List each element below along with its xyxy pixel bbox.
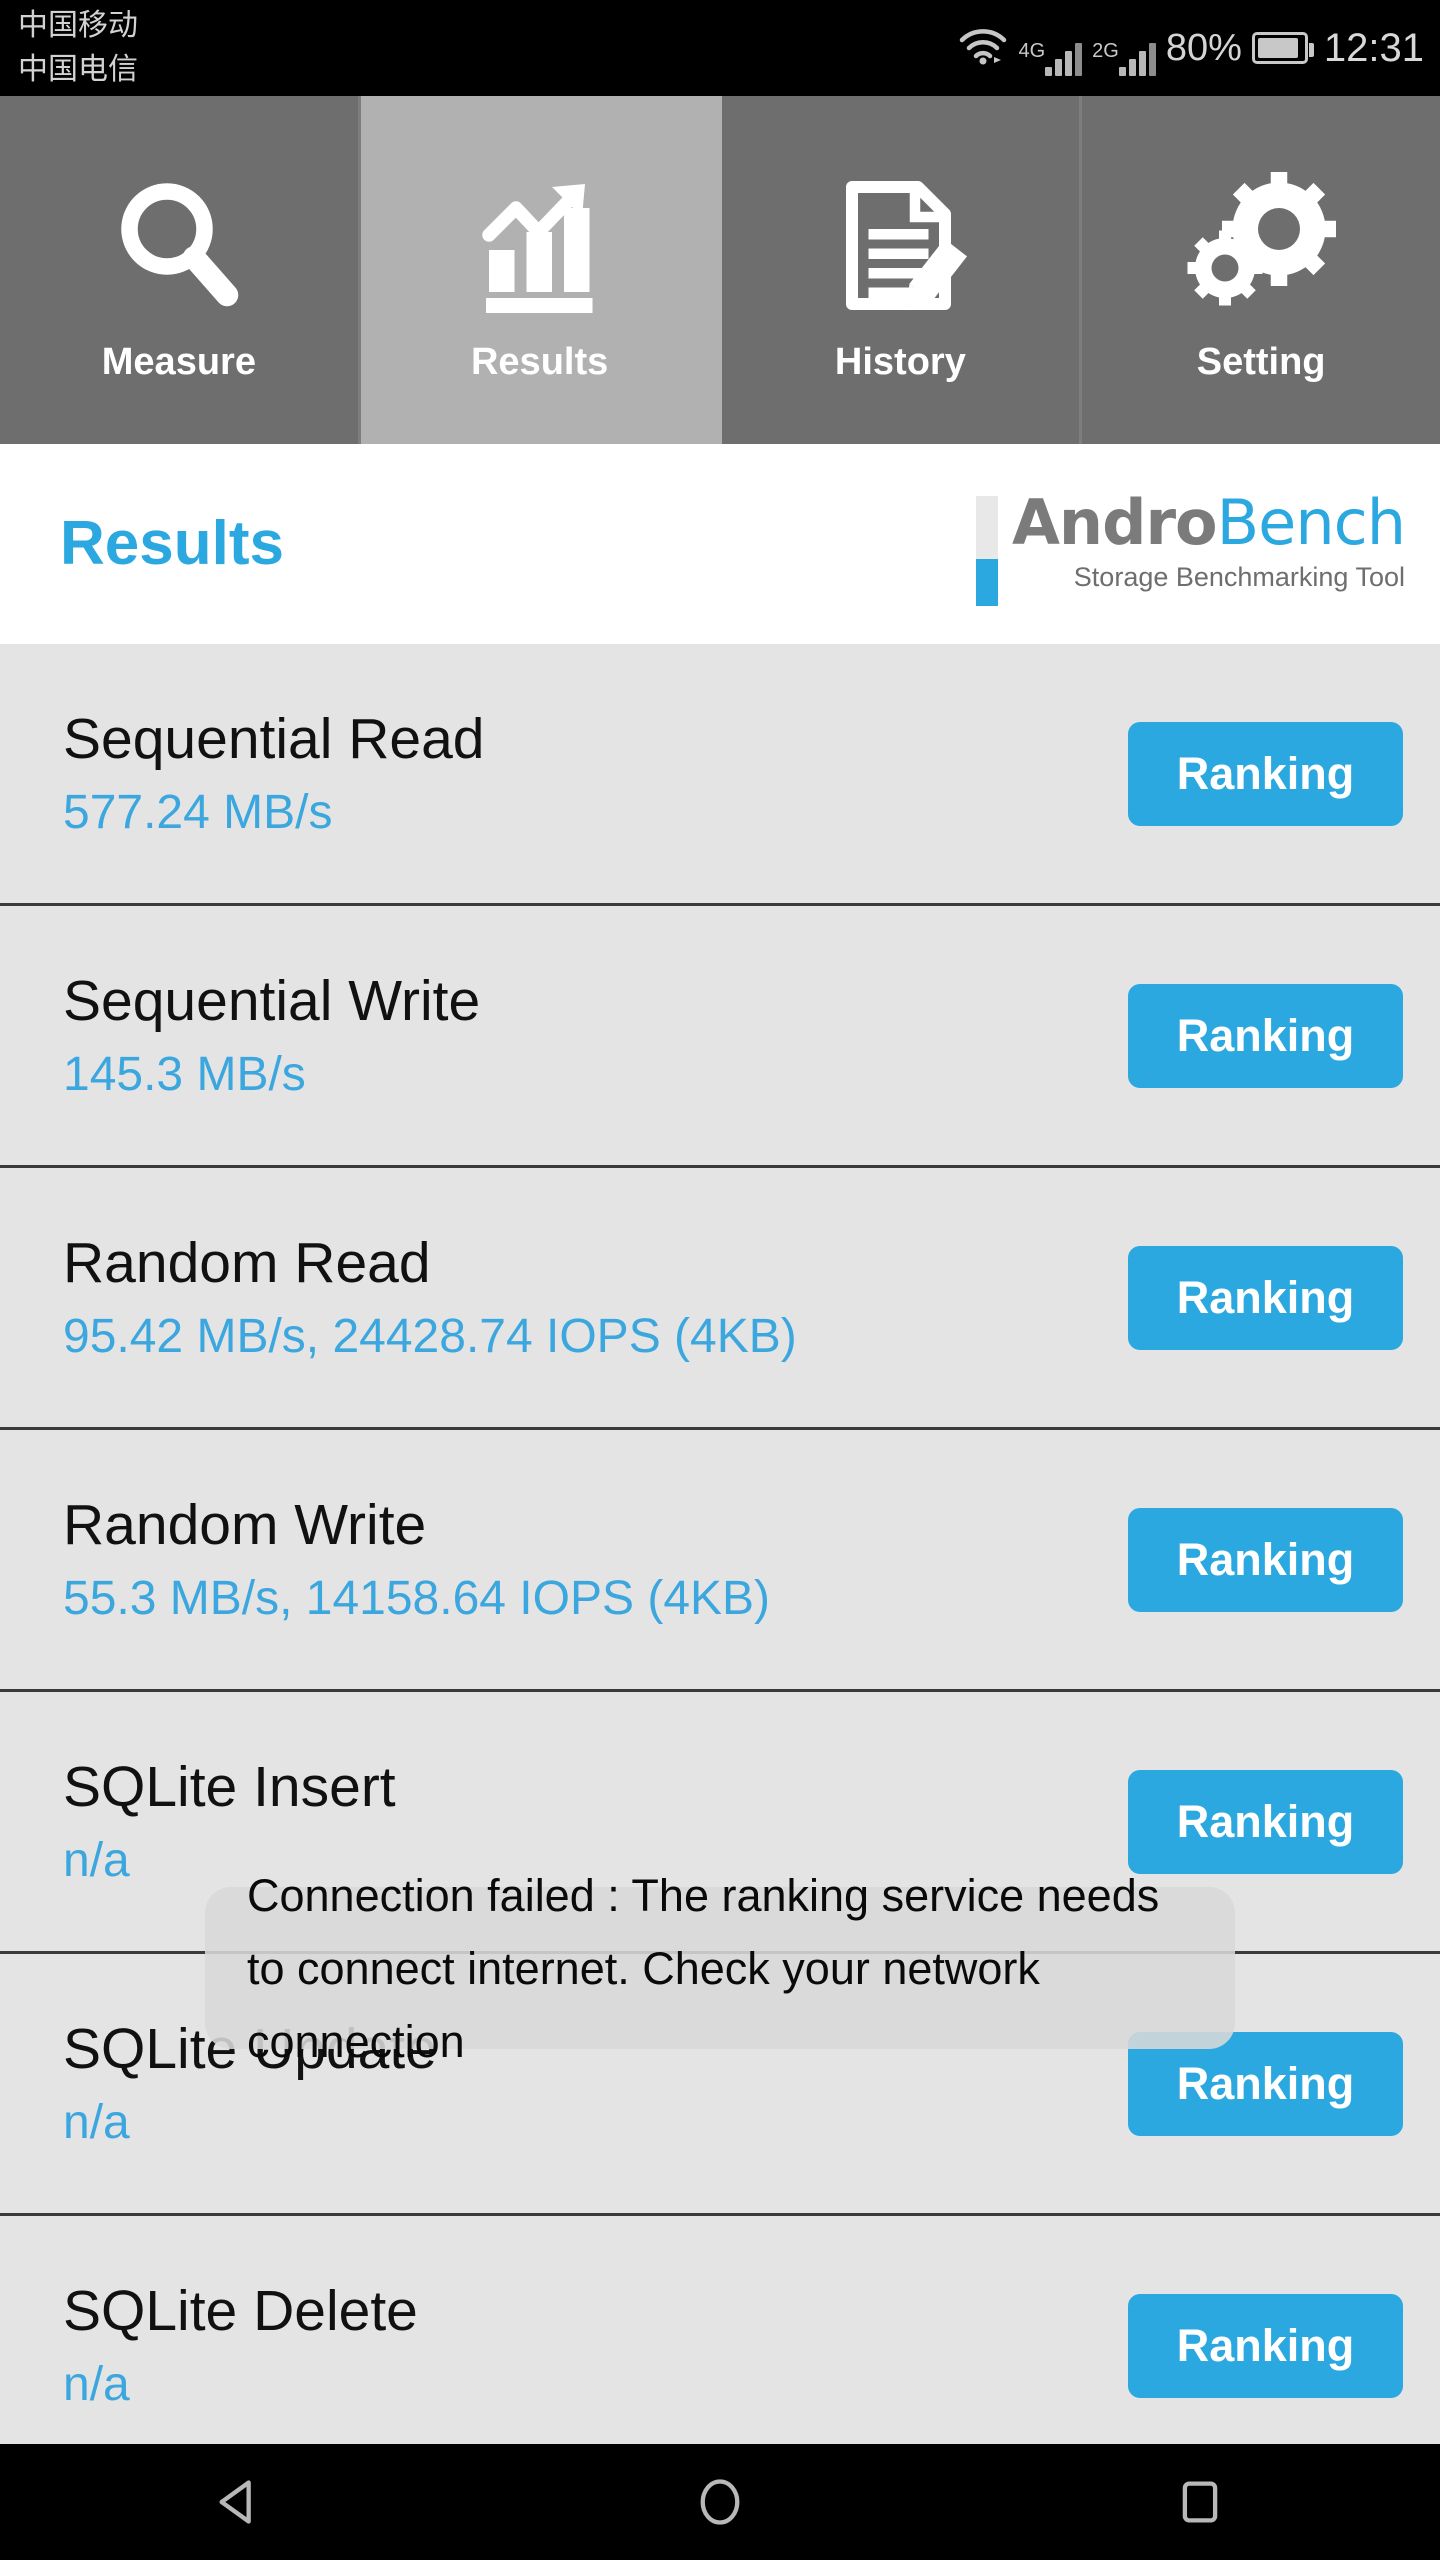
table-row[interactable]: Random Read 95.42 MB/s, 24428.74 IOPS (4… — [0, 1168, 1440, 1430]
gears-icon — [1186, 163, 1337, 331]
tab-measure-label: Measure — [101, 340, 256, 383]
ranking-button[interactable]: Ranking — [1128, 1507, 1403, 1612]
tab-measure[interactable]: Measure — [0, 96, 361, 444]
signal-4g: 4G — [1018, 20, 1083, 76]
signal-bars-icon — [1118, 38, 1156, 76]
status-bar: 中国移动 中国电信 4G 2G 80% 12:31 — [0, 0, 1440, 96]
signal-4g-label: 4G — [1018, 40, 1046, 62]
tab-history-label: History — [834, 340, 966, 383]
logo-name-bench: Bench — [1216, 486, 1406, 559]
result-title: Sequential Read — [63, 706, 485, 771]
table-row[interactable]: Sequential Read 577.24 MB/s Ranking — [0, 644, 1440, 906]
result-value: 145.3 MB/s — [63, 1047, 306, 1101]
page-header: Results AndroBench Storage Benchmarking … — [0, 444, 1440, 644]
page-title: Results — [60, 509, 284, 578]
carrier-primary: 中国移动 — [18, 8, 138, 43]
result-value: n/a — [63, 2095, 130, 2149]
document-pencil-icon — [825, 163, 975, 331]
wifi-icon — [958, 26, 1008, 71]
bar-chart-arrow-icon — [465, 163, 615, 331]
result-title: Sequential Write — [63, 968, 481, 1033]
signal-bars-icon — [1045, 38, 1083, 76]
result-title: SQLite Insert — [63, 1754, 396, 1819]
magnifier-icon — [104, 163, 254, 331]
tab-history[interactable]: History — [721, 96, 1083, 444]
back-triangle-icon[interactable] — [150, 2444, 330, 2560]
tab-setting[interactable]: Setting — [1082, 96, 1440, 444]
result-value: 577.24 MB/s — [63, 785, 333, 839]
recents-square-icon[interactable] — [1110, 2444, 1290, 2560]
status-clock: 12:31 — [1323, 25, 1424, 70]
results-list[interactable]: Sequential Read 577.24 MB/s Ranking Sequ… — [0, 644, 1440, 2444]
logo-tagline: Storage Benchmarking Tool — [1073, 562, 1405, 592]
signal-2g: 2G — [1092, 20, 1156, 76]
result-title: SQLite Delete — [63, 2278, 418, 2343]
tab-setting-label: Setting — [1196, 340, 1326, 383]
logo-name-andro: Andro — [1011, 486, 1218, 559]
home-circle-icon[interactable] — [630, 2444, 810, 2560]
tab-results[interactable]: Results — [360, 96, 722, 444]
result-value: 95.42 MB/s, 24428.74 IOPS (4KB) — [63, 1309, 797, 1363]
table-row[interactable]: SQLite Delete n/a Ranking — [0, 2216, 1440, 2444]
logo-bar-icon — [975, 496, 998, 606]
android-nav-bar — [0, 2444, 1440, 2560]
battery-icon — [1251, 32, 1314, 64]
battery-percent-label: 80% — [1165, 26, 1242, 69]
result-title: Random Write — [63, 1492, 427, 1557]
tab-bar: Measure Results History Setting — [0, 96, 1440, 444]
result-value: n/a — [63, 2357, 130, 2411]
ranking-button[interactable]: Ranking — [1128, 2293, 1403, 2398]
signal-2g-label: 2G — [1092, 40, 1119, 62]
table-row[interactable]: Sequential Write 145.3 MB/s Ranking — [0, 906, 1440, 1168]
carrier-secondary: 中国电信 — [18, 52, 138, 87]
ranking-button[interactable]: Ranking — [1128, 1245, 1403, 1350]
toast-message: Connection failed : The ranking service … — [247, 1869, 1160, 2067]
result-title: Random Read — [63, 1230, 431, 1295]
status-indicators: 4G 2G 80% 12:31 — [958, 0, 1424, 96]
ranking-button[interactable]: Ranking — [1128, 983, 1403, 1088]
result-value: 55.3 MB/s, 14158.64 IOPS (4KB) — [63, 1571, 771, 1625]
ranking-button[interactable]: Ranking — [1128, 721, 1403, 826]
tab-results-label: Results — [470, 340, 609, 383]
androbench-logo: AndroBench Storage Benchmarking Tool — [975, 486, 1406, 606]
carrier-names: 中国移动 中国电信 — [18, 4, 138, 92]
toast-notification: Connection failed : The ranking service … — [205, 1870, 1235, 2067]
table-row[interactable]: Random Write 55.3 MB/s, 14158.64 IOPS (4… — [0, 1430, 1440, 1692]
